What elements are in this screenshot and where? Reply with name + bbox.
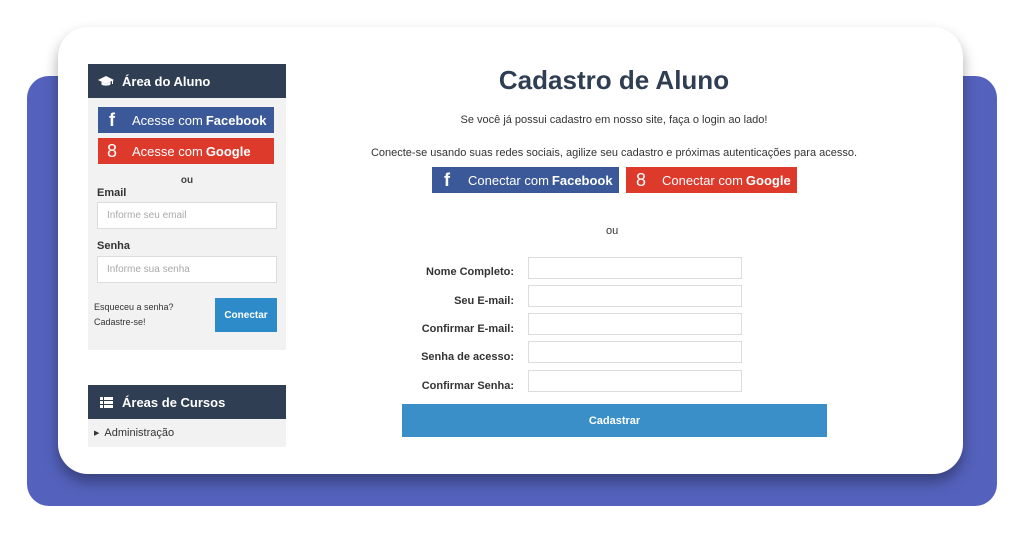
- confirm-email-label: Confirmar E-mail:: [421, 323, 514, 335]
- email-input-main[interactable]: [528, 285, 742, 307]
- google-connect-brand: Google: [745, 172, 791, 188]
- full-name-label: Nome Completo:: [426, 266, 514, 278]
- course-item-administracao[interactable]: ▶ Administração: [88, 419, 286, 439]
- login-or-text: ou: [180, 175, 194, 186]
- facebook-login-brand: Facebook: [205, 112, 267, 128]
- social-info-text: Conecte-se usando suas redes sociais, ag…: [370, 147, 858, 159]
- login-panel-title: Área do Aluno: [122, 73, 211, 89]
- google-connect-prefix: Conectar com: [662, 172, 743, 188]
- password-label: Senha: [97, 240, 131, 252]
- password-input[interactable]: [97, 256, 277, 283]
- courses-panel-header: Áreas de Cursos: [88, 385, 286, 419]
- caret-right-icon: ▶: [94, 430, 100, 437]
- email-label: Email: [97, 187, 127, 199]
- password-label-main: Senha de acesso:: [421, 351, 514, 363]
- facebook-icon: f: [444, 169, 450, 190]
- courses-panel-title: Áreas de Cursos: [122, 394, 226, 410]
- confirm-email-input[interactable]: [528, 313, 742, 335]
- google-icon: 8: [635, 169, 646, 190]
- facebook-connect-button[interactable]: f Conectar com Facebook: [432, 167, 619, 193]
- google-login-brand: Google: [205, 143, 251, 159]
- register-submit-button[interactable]: Cadastrar: [402, 404, 827, 437]
- password-input-main[interactable]: [528, 341, 742, 363]
- email-label-main: Seu E-mail:: [454, 295, 514, 307]
- google-connect-button[interactable]: 8 Conectar com Google: [626, 167, 797, 193]
- already-registered-text: Se você já possui cadastro em nosso site…: [460, 114, 768, 126]
- google-icon: 8: [106, 140, 117, 161]
- confirm-password-input[interactable]: [528, 370, 742, 392]
- google-login-button[interactable]: 8 Acesse com Google: [98, 138, 274, 164]
- connect-button[interactable]: Conectar: [215, 298, 277, 332]
- facebook-login-prefix: Acesse com: [132, 112, 203, 128]
- list-icon: [98, 396, 114, 408]
- graduation-cap-icon: [98, 75, 114, 87]
- page-card: Área do Aluno f Acesse com Facebook 8 Ac…: [58, 27, 963, 474]
- facebook-login-button[interactable]: f Acesse com Facebook: [98, 107, 274, 133]
- facebook-connect-brand: Facebook: [551, 172, 613, 188]
- google-login-prefix: Acesse com: [132, 143, 203, 159]
- register-link[interactable]: Cadastre-se!: [94, 317, 146, 327]
- login-panel-header: Área do Aluno: [88, 64, 286, 98]
- email-input[interactable]: [97, 202, 277, 229]
- full-name-input[interactable]: [528, 257, 742, 279]
- forgot-password-link[interactable]: Esqueceu a senha?: [94, 302, 174, 312]
- page-title: Cadastro de Aluno: [498, 65, 730, 95]
- course-item-label: Administração: [104, 427, 175, 439]
- login-panel: Área do Aluno f Acesse com Facebook 8 Ac…: [88, 64, 286, 350]
- facebook-connect-prefix: Conectar com: [468, 172, 549, 188]
- courses-panel: Áreas de Cursos ▶ Administração: [88, 385, 286, 447]
- main-or-text: ou: [606, 225, 619, 237]
- facebook-icon: f: [109, 109, 115, 130]
- confirm-password-label: Confirmar Senha:: [421, 380, 514, 392]
